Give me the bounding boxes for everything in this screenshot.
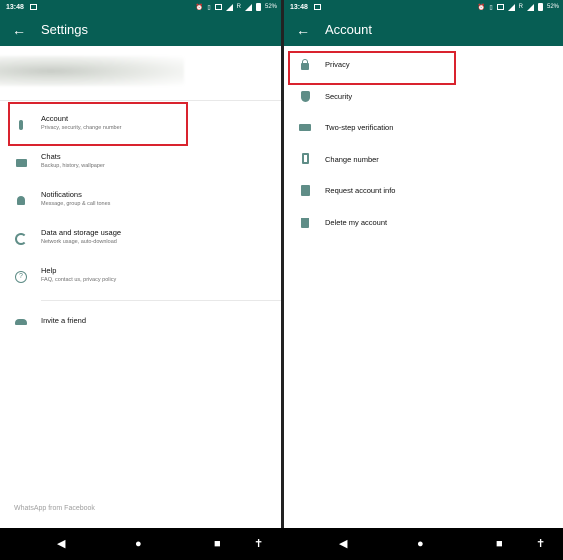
item-label: Security [325, 92, 353, 101]
signal-icon [225, 3, 233, 11]
home-circle-icon[interactable]: ● [135, 538, 142, 550]
signal-icon-2 [244, 3, 252, 11]
page-title: Account [325, 22, 372, 37]
accessibility-icon[interactable]: ✝ [254, 538, 263, 550]
battery-level: 52% [546, 4, 559, 10]
signal-icon [507, 3, 515, 11]
shield-icon [298, 90, 312, 104]
arrow-left-icon[interactable]: ← [296, 22, 310, 38]
help-icon: ? [14, 270, 28, 284]
trash-icon [298, 216, 312, 230]
item-label: Help [41, 266, 57, 275]
network-type: R [518, 4, 523, 10]
item-subtitle: Message, group & call tones [41, 201, 111, 207]
item-label: Chats [41, 152, 61, 161]
dots-icon [298, 121, 312, 135]
accessibility-icon[interactable]: ✝ [536, 538, 545, 550]
blurred-profile [0, 56, 184, 86]
status-time: 13:48 [290, 3, 308, 11]
profile-card[interactable] [0, 46, 281, 101]
highlight-box-account [8, 102, 188, 146]
gallery-notification-icon [313, 4, 321, 10]
back-triangle-icon[interactable]: ◀ [57, 538, 65, 550]
signal-icon-2 [526, 3, 534, 11]
battery-icon [255, 3, 261, 11]
account-screen: 13:48 ⏰ ▯ R 52% ← Account Privacy Securi… [284, 0, 563, 528]
account-item-request-info[interactable]: Request account info [284, 174, 563, 210]
gallery-notification-icon [29, 4, 37, 10]
settings-item-invite[interactable]: Invite a friend [0, 304, 281, 340]
account-item-two-step[interactable]: Two-step verification [284, 111, 563, 147]
arrow-left-icon[interactable]: ← [12, 22, 26, 38]
people-icon [14, 314, 28, 328]
settings-item-help[interactable]: ? Help FAQ, contact us, privacy policy [0, 260, 281, 296]
hd-icon [214, 4, 222, 10]
settings-item-notifications[interactable]: Notifications Message, group & call tone… [0, 184, 281, 220]
item-label: Delete my account [325, 218, 388, 227]
android-nav-bar: ◀ ● ■ ✝ ◀ ● ■ ✝ [0, 528, 563, 560]
item-subtitle: Network usage, auto-download [41, 239, 117, 245]
highlight-box-privacy [288, 51, 456, 85]
item-label: Notifications [41, 190, 82, 199]
status-time: 13:48 [6, 3, 24, 11]
item-subtitle: FAQ, contact us, privacy policy [41, 277, 117, 283]
settings-item-data-storage[interactable]: Data and storage usage Network usage, au… [0, 222, 281, 258]
battery-icon [537, 3, 543, 11]
footer-text: WhatsApp from Facebook [14, 505, 95, 512]
divider [41, 300, 281, 301]
item-label: Two-step verification [325, 123, 394, 132]
toolbar: ← Settings [0, 14, 281, 46]
page-title: Settings [41, 22, 88, 37]
phone-change-icon [298, 153, 312, 167]
hd-icon [496, 4, 504, 10]
home-circle-icon[interactable]: ● [417, 538, 424, 550]
settings-item-chats[interactable]: Chats Backup, history, wallpaper [0, 146, 281, 182]
alarm-icon: ⏰ [477, 4, 486, 11]
settings-screen: 13:48 ⏰ ▯ R 52% ← Settings Account Priva… [0, 0, 281, 528]
item-label: Request account info [325, 186, 396, 195]
back-triangle-icon[interactable]: ◀ [339, 538, 347, 550]
data-usage-icon [14, 232, 28, 246]
battery-level: 52% [264, 4, 277, 10]
account-item-delete[interactable]: Delete my account [284, 206, 563, 242]
status-bar: 13:48 ⏰ ▯ R 52% [0, 0, 281, 14]
status-bar: 13:48 ⏰ ▯ R 52% [284, 0, 563, 14]
document-icon [298, 184, 312, 198]
network-type: R [236, 4, 241, 10]
recents-square-icon[interactable]: ■ [496, 538, 503, 550]
chat-icon [14, 156, 28, 170]
item-subtitle: Backup, history, wallpaper [41, 163, 105, 169]
item-label: Data and storage usage [41, 228, 122, 237]
vibrate-icon: ▯ [489, 4, 493, 11]
item-label: Change number [325, 155, 379, 164]
item-label: Invite a friend [41, 316, 87, 325]
alarm-icon: ⏰ [195, 4, 204, 11]
recents-square-icon[interactable]: ■ [214, 538, 221, 550]
bell-icon [14, 194, 28, 208]
vibrate-icon: ▯ [207, 4, 211, 11]
toolbar: ← Account [284, 14, 563, 46]
